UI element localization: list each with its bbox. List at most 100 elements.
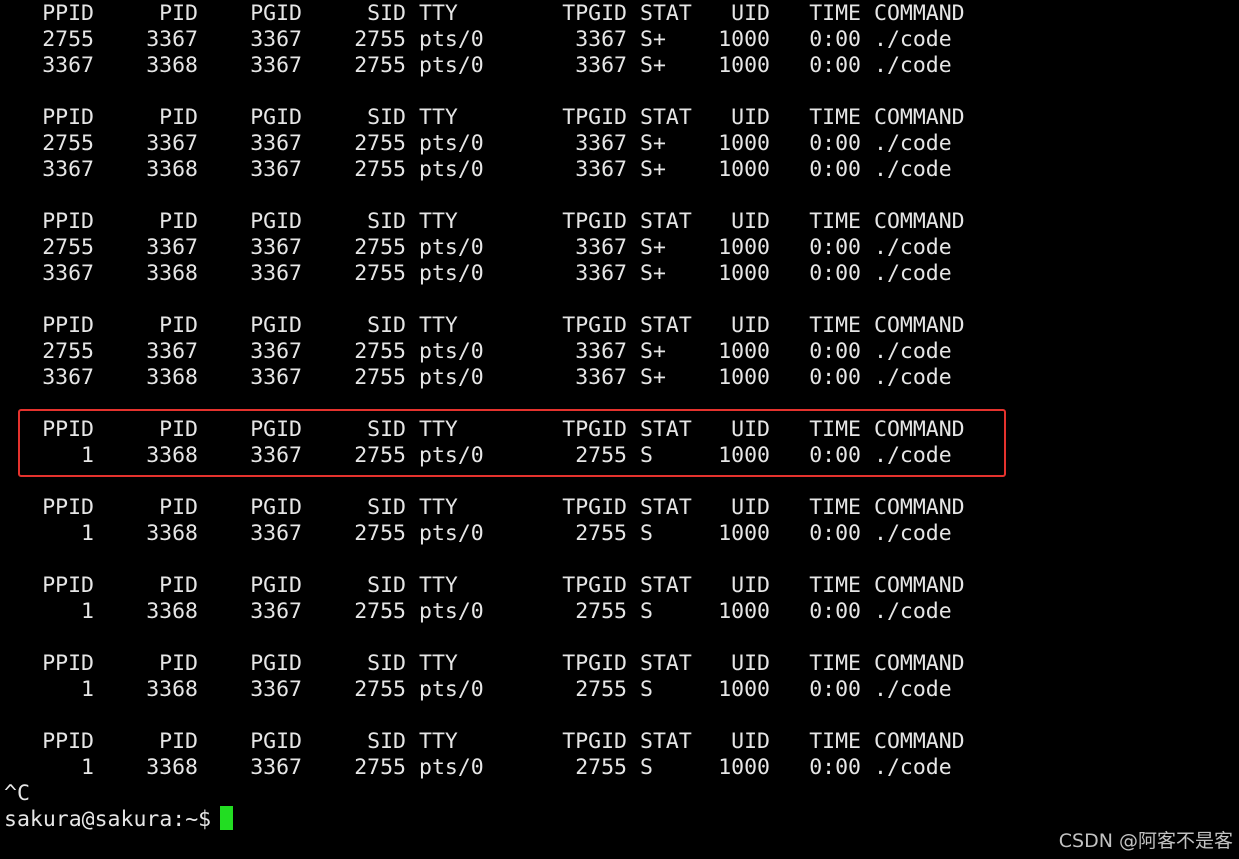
cell-command: ./code (874, 261, 952, 286)
header-pid: PID (159, 313, 198, 338)
header-ppid: PPID (42, 105, 94, 130)
cell-sid: 2755 (354, 365, 406, 390)
cell-stat: S+ (640, 53, 666, 78)
cell-sid: 2755 (354, 677, 406, 702)
header-time: TIME (809, 105, 861, 130)
cell-tpgid: 2755 (575, 599, 627, 624)
cell-tty: pts/0 (419, 521, 484, 546)
header-stat: STAT (640, 209, 692, 234)
cell-time: 0:00 (809, 365, 861, 390)
header-uid: UID (731, 573, 770, 598)
header-time: TIME (809, 651, 861, 676)
cell-command: ./code (874, 521, 952, 546)
header-uid: UID (731, 495, 770, 520)
cell-command: ./code (874, 677, 952, 702)
header-tpgid: TPGID (562, 1, 627, 26)
cell-time: 0:00 (809, 261, 861, 286)
cell-time: 0:00 (809, 755, 861, 780)
cell-pgid: 3367 (250, 599, 302, 624)
cell-sid: 2755 (354, 521, 406, 546)
header-tpgid: TPGID (562, 729, 627, 754)
header-ppid: PPID (42, 651, 94, 676)
header-stat: STAT (640, 573, 692, 598)
cell-sid: 2755 (354, 339, 406, 364)
header-pgid: PGID (250, 573, 302, 598)
header-ppid: PPID (42, 1, 94, 26)
cell-tty: pts/0 (419, 27, 484, 52)
ps-process-row: 1 3368 3367 2755 pts/0 2755 S 1000 0:00 ./code (0, 599, 1239, 625)
header-tpgid: TPGID (562, 209, 627, 234)
cell-tty: pts/0 (419, 599, 484, 624)
cell-pgid: 3367 (250, 131, 302, 156)
cell-uid: 1000 (718, 521, 770, 546)
cell-stat: S+ (640, 339, 666, 364)
cell-uid: 1000 (718, 53, 770, 78)
cell-tty: pts/0 (419, 53, 484, 78)
cell-stat: S+ (640, 157, 666, 182)
cell-sid: 2755 (354, 599, 406, 624)
cell-stat: S (640, 599, 653, 624)
cell-tpgid: 3367 (575, 157, 627, 182)
header-tpgid: TPGID (562, 105, 627, 130)
shell-prompt-line[interactable]: sakura@sakura:~$ (4, 806, 234, 833)
cell-time: 0:00 (809, 521, 861, 546)
cell-ppid: 3367 (42, 53, 94, 78)
cell-ppid: 3367 (42, 157, 94, 182)
cell-pid: 3368 (146, 599, 198, 624)
text-cursor (220, 806, 234, 830)
header-sid: SID (367, 105, 406, 130)
header-ppid: PPID (42, 573, 94, 598)
cell-stat: S (640, 521, 653, 546)
cell-pid: 3368 (146, 157, 198, 182)
cell-sid: 2755 (354, 53, 406, 78)
header-command: COMMAND (874, 209, 965, 234)
cell-stat: S+ (640, 131, 666, 156)
cell-pgid: 3367 (250, 677, 302, 702)
header-sid: SID (367, 729, 406, 754)
cell-tpgid: 2755 (575, 521, 627, 546)
cell-uid: 1000 (718, 131, 770, 156)
header-stat: STAT (640, 105, 692, 130)
cell-tpgid: 3367 (575, 131, 627, 156)
cell-ppid: 1 (81, 755, 94, 780)
cell-stat: S+ (640, 27, 666, 52)
cell-pid: 3368 (146, 521, 198, 546)
cell-sid: 2755 (354, 755, 406, 780)
header-tty: TTY (419, 1, 458, 26)
header-uid: UID (731, 209, 770, 234)
header-sid: SID (367, 495, 406, 520)
cell-time: 0:00 (809, 235, 861, 260)
cell-pgid: 3367 (250, 521, 302, 546)
cell-command: ./code (874, 339, 952, 364)
cell-pgid: 3367 (250, 27, 302, 52)
ps-process-row: 3367 3368 3367 2755 pts/0 3367 S+ 1000 0:00 ./cod… (0, 261, 1239, 287)
cell-tty: pts/0 (419, 235, 484, 260)
cell-tty: pts/0 (419, 131, 484, 156)
header-time: TIME (809, 209, 861, 234)
cell-uid: 1000 (718, 27, 770, 52)
header-pgid: PGID (250, 1, 302, 26)
header-pid: PID (159, 209, 198, 234)
cell-tty: pts/0 (419, 677, 484, 702)
header-pid: PID (159, 573, 198, 598)
header-uid: UID (731, 105, 770, 130)
header-pid: PID (159, 495, 198, 520)
header-stat: STAT (640, 1, 692, 26)
ps-process-row: 3367 3368 3367 2755 pts/0 3367 S+ 1000 0:00 ./cod… (0, 53, 1239, 79)
header-pgid: PGID (250, 313, 302, 338)
cell-tpgid: 3367 (575, 235, 627, 260)
ps-header-row: PPID PID PGID SID TTY TPGID STAT UID TIME COMMAND (0, 105, 1239, 131)
ps-process-row: 2755 3367 3367 2755 pts/0 3367 S+ 1000 0:00 ./cod… (0, 131, 1239, 157)
cell-pgid: 3367 (250, 157, 302, 182)
terminal-window[interactable]: PPID PID PGID SID TTY TPGID STAT UID TIME COMMAND… (0, 0, 1239, 859)
cell-ppid: 1 (81, 599, 94, 624)
cell-ppid: 3367 (42, 365, 94, 390)
header-uid: UID (731, 729, 770, 754)
header-time: TIME (809, 1, 861, 26)
cell-uid: 1000 (718, 235, 770, 260)
ps-process-row: 2755 3367 3367 2755 pts/0 3367 S+ 1000 0:00 ./cod… (0, 27, 1239, 53)
cell-tpgid: 3367 (575, 261, 627, 286)
cell-pgid: 3367 (250, 235, 302, 260)
cell-sid: 2755 (354, 27, 406, 52)
cell-pid: 3367 (146, 235, 198, 260)
